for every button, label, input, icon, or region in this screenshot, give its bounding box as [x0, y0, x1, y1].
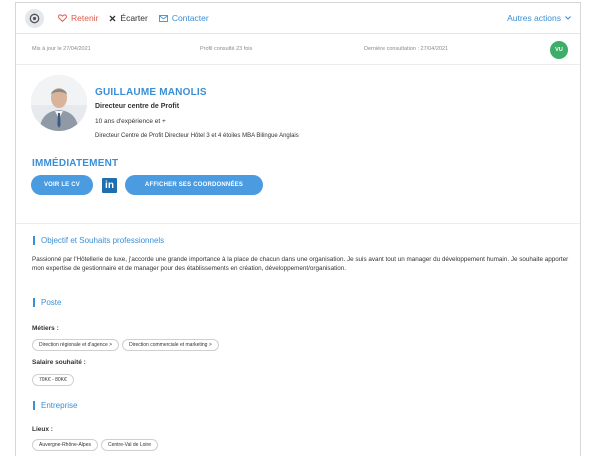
contacter-label: Contacter [171, 13, 209, 23]
retenir-label: Retenir [71, 13, 99, 23]
availability: IMMÉDIATEMENT [32, 158, 119, 169]
objectif-text: Passionné par l'Hôtellerie de luxe, j'ac… [32, 256, 569, 272]
profile-actions: VOIR LE CV in AFFICHER SES COORDONNÉES [31, 175, 263, 195]
avatar [31, 75, 87, 131]
show-contact-button[interactable]: AFFICHER SES COORDONNÉES [125, 175, 263, 195]
objectif-section-title: Objectif et Souhaits professionnels [33, 236, 164, 245]
last-consultation: Dernière consultation : 27/04/2021 [364, 46, 449, 52]
seen-badge: VU [550, 41, 568, 59]
divider [16, 223, 580, 224]
close-icon [109, 15, 116, 21]
toolbar: Retenir Écarter Contacter Autres actions [16, 3, 580, 34]
mail-icon [158, 14, 168, 22]
metier-chip[interactable]: Direction régionale et d'agence > [32, 339, 120, 351]
lieu-chip: Centre-Val de Loire [100, 439, 158, 451]
metier-chip[interactable]: Direction commerciale et marketing > [122, 339, 219, 351]
candidate-name: GUILLAUME MANOLIS [95, 87, 207, 98]
ecarter-button[interactable]: Écarter [109, 13, 148, 23]
linkedin-icon[interactable]: in [102, 177, 117, 193]
candidate-headline: Directeur Centre de Profit Directeur Hôt… [95, 133, 299, 139]
lieux-list: Auvergne-Rhône-Alpes Centre-Val de Loire [32, 439, 161, 451]
metiers-label: Métiers : [32, 325, 59, 332]
salaire-label: Salaire souhaité : [32, 359, 86, 366]
view-cv-button[interactable]: VOIR LE CV [31, 175, 93, 195]
candidate-title: Directeur centre de Profit [95, 103, 180, 110]
candidate-panel: Retenir Écarter Contacter Autres actions… [15, 2, 581, 456]
view-count: Profil consulté 23 fois [200, 46, 253, 52]
updated-date: Mis à jour le 27/04/2021 [32, 46, 91, 52]
ecarter-label: Écarter [120, 13, 148, 23]
autres-actions-label: Autres actions [507, 13, 561, 23]
lieu-chip: Auvergne-Rhône-Alpes [32, 439, 98, 451]
contacter-button[interactable]: Contacter [158, 13, 209, 23]
app-logo-icon[interactable] [25, 8, 44, 28]
metiers-list: Direction régionale et d'agence > Direct… [32, 339, 222, 351]
retenir-button[interactable]: Retenir [58, 13, 98, 23]
entreprise-section-title: Entreprise [33, 401, 77, 410]
autres-actions-dropdown[interactable]: Autres actions [507, 13, 571, 23]
meta-bar: Mis à jour le 27/04/2021 Profil consulté… [16, 34, 580, 65]
salaire-list: 70K€ - 80K€ [32, 374, 77, 386]
poste-section-title: Poste [33, 298, 61, 307]
lieux-label: Lieux : [32, 426, 53, 433]
heart-icon [58, 14, 67, 22]
candidate-experience: 10 ans d'expérience et + [95, 118, 166, 125]
chevron-down-icon [565, 16, 571, 20]
salaire-chip: 70K€ - 80K€ [32, 374, 74, 386]
profile-header: GUILLAUME MANOLIS Directeur centre de Pr… [16, 65, 580, 195]
